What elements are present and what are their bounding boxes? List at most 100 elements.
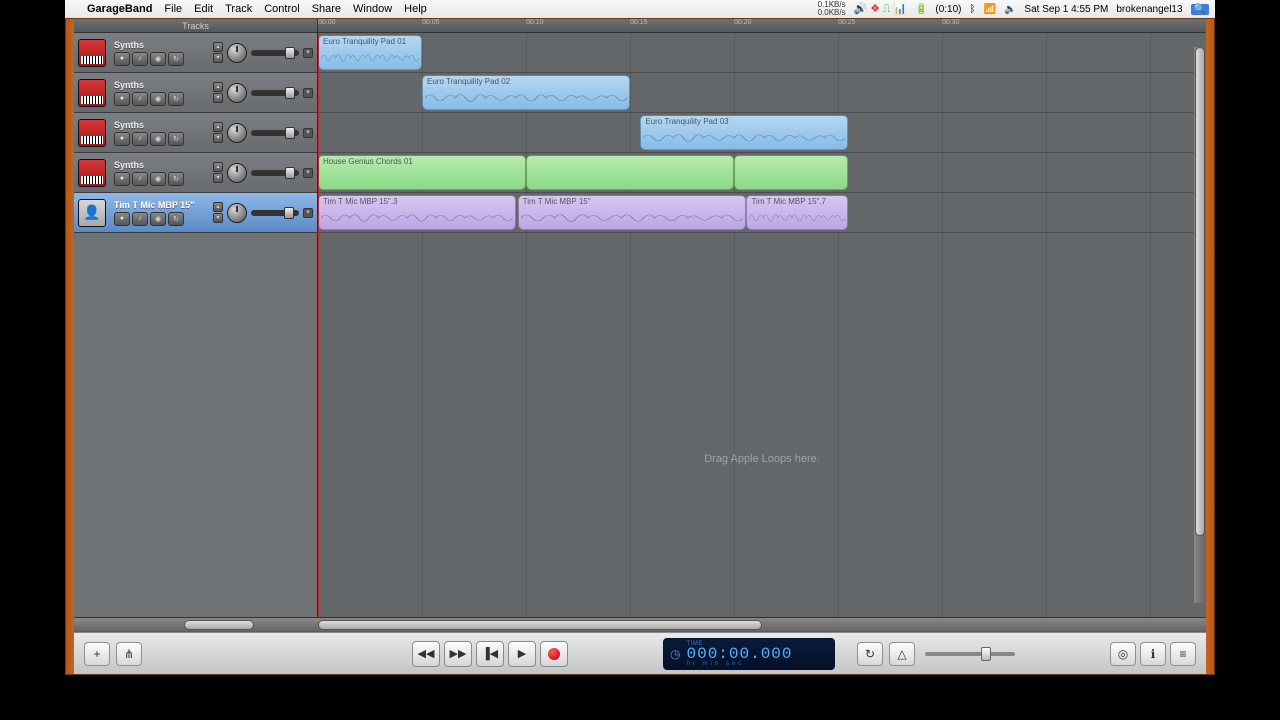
- audio-region[interactable]: Euro Tranquility Pad 02: [422, 75, 630, 110]
- track-header[interactable]: Synths●♪◉↻▴▾▾: [74, 113, 317, 153]
- master-volume-slider[interactable]: [925, 649, 1015, 659]
- mute-button[interactable]: ♪: [132, 52, 148, 66]
- battery-icon[interactable]: 🔋: [915, 4, 927, 15]
- volume-slider[interactable]: [251, 210, 299, 216]
- pan-knob[interactable]: [227, 163, 247, 183]
- step-up-button[interactable]: ▴: [213, 42, 223, 52]
- audio-region[interactable]: Euro Tranquility Pad 01: [318, 35, 422, 70]
- track-header[interactable]: Synths●♪◉↻▴▾▾: [74, 33, 317, 73]
- solo-button[interactable]: ◉: [150, 92, 166, 106]
- pan-knob[interactable]: [227, 203, 247, 223]
- track-header[interactable]: Synths●♪◉↻▴▾▾: [74, 73, 317, 113]
- track-header[interactable]: Tim T Mic MBP 15"●♪◉↻▴▾▾: [74, 193, 317, 233]
- volume-slider[interactable]: [251, 50, 299, 56]
- mute-button[interactable]: ♪: [132, 172, 148, 186]
- vertical-scrollbar[interactable]: [1194, 47, 1206, 603]
- menu-help[interactable]: Help: [404, 3, 427, 15]
- spotlight-icon[interactable]: 🔍: [1191, 4, 1209, 15]
- metronome-button[interactable]: △: [889, 642, 915, 666]
- volume-slider[interactable]: [251, 90, 299, 96]
- lock-button[interactable]: ↻: [168, 92, 184, 106]
- track-header[interactable]: Synths●♪◉↻▴▾▾: [74, 153, 317, 193]
- step-down-button[interactable]: ▾: [213, 213, 223, 223]
- lock-button[interactable]: ↻: [168, 212, 184, 226]
- track-lane[interactable]: Euro Tranquility Pad 01: [318, 33, 1206, 73]
- lock-button[interactable]: ↻: [168, 172, 184, 186]
- lock-button[interactable]: ↻: [168, 52, 184, 66]
- user-menu[interactable]: brokenangel13: [1116, 4, 1182, 15]
- track-menu-button[interactable]: ▾: [303, 88, 313, 98]
- wifi-icon[interactable]: 📶: [984, 4, 996, 15]
- audio-region[interactable]: Tim T Mic MBP 15".3: [318, 195, 516, 230]
- step-up-button[interactable]: ▴: [213, 82, 223, 92]
- track-menu-button[interactable]: ▾: [303, 128, 313, 138]
- step-up-button[interactable]: ▴: [213, 202, 223, 212]
- go-to-beginning-button[interactable]: ▐◀: [476, 641, 504, 667]
- media-browser-button[interactable]: ≡: [1170, 642, 1196, 666]
- track-zoom-scrollbar[interactable]: [74, 617, 318, 631]
- record-enable-button[interactable]: ●: [114, 212, 130, 226]
- audio-region[interactable]: House Genius Chords 01: [318, 155, 526, 190]
- step-down-button[interactable]: ▾: [213, 53, 223, 63]
- step-down-button[interactable]: ▾: [213, 133, 223, 143]
- clock[interactable]: Sat Sep 1 4:55 PM: [1024, 4, 1108, 15]
- record-enable-button[interactable]: ●: [114, 52, 130, 66]
- record-enable-button[interactable]: ●: [114, 92, 130, 106]
- track-info-button[interactable]: ℹ: [1140, 642, 1166, 666]
- lock-button[interactable]: ↻: [168, 132, 184, 146]
- track-lane[interactable]: Euro Tranquility Pad 02: [318, 73, 1206, 113]
- menu-share[interactable]: Share: [312, 3, 341, 15]
- add-track-button[interactable]: +: [84, 642, 110, 666]
- solo-button[interactable]: ◉: [150, 132, 166, 146]
- bluetooth-icon[interactable]: ᛒ: [970, 4, 976, 15]
- menu-edit[interactable]: Edit: [194, 3, 213, 15]
- volume-slider[interactable]: [251, 170, 299, 176]
- step-up-button[interactable]: ▴: [213, 122, 223, 132]
- solo-button[interactable]: ◉: [150, 172, 166, 186]
- automation-button[interactable]: ⋔: [116, 642, 142, 666]
- step-up-button[interactable]: ▴: [213, 162, 223, 172]
- cycle-button[interactable]: ↻: [857, 642, 883, 666]
- track-lane[interactable]: House Genius Chords 01: [318, 153, 1206, 193]
- audio-region[interactable]: [526, 155, 734, 190]
- pan-knob[interactable]: [227, 83, 247, 103]
- menu-track[interactable]: Track: [225, 3, 252, 15]
- track-menu-button[interactable]: ▾: [303, 168, 313, 178]
- step-down-button[interactable]: ▾: [213, 93, 223, 103]
- volume-slider[interactable]: [251, 130, 299, 136]
- track-menu-button[interactable]: ▾: [303, 48, 313, 58]
- mute-button[interactable]: ♪: [132, 212, 148, 226]
- menu-extras[interactable]: 🔊 ❖ ⎍ 📊: [854, 2, 907, 16]
- rewind-button[interactable]: ◀◀: [412, 641, 440, 667]
- timeline-scrollbar[interactable]: [318, 617, 1206, 631]
- track-lane[interactable]: Euro Tranquility Pad 03: [318, 113, 1206, 153]
- solo-button[interactable]: ◉: [150, 212, 166, 226]
- track-lane[interactable]: Tim T Mic MBP 15".3Tim T Mic MBP 15"Tim …: [318, 193, 1206, 233]
- timeline[interactable]: Euro Tranquility Pad 01Euro Tranquility …: [318, 33, 1206, 617]
- audio-region[interactable]: Euro Tranquility Pad 03: [640, 115, 848, 150]
- app-name[interactable]: GarageBand: [87, 3, 152, 15]
- audio-region[interactable]: Tim T Mic MBP 15".7: [746, 195, 848, 230]
- timeline-ruler[interactable]: 00:0000:0500:1000:1500:2000:2500:30: [318, 19, 1206, 32]
- menu-file[interactable]: File: [164, 3, 182, 15]
- audio-region[interactable]: [734, 155, 848, 190]
- volume-icon[interactable]: 🔈: [1004, 4, 1016, 15]
- play-button[interactable]: ▶: [508, 641, 536, 667]
- audio-region[interactable]: Tim T Mic MBP 15": [518, 195, 747, 230]
- mute-button[interactable]: ♪: [132, 92, 148, 106]
- pan-knob[interactable]: [227, 123, 247, 143]
- step-down-button[interactable]: ▾: [213, 173, 223, 183]
- playhead[interactable]: [318, 33, 319, 617]
- loop-browser-button[interactable]: ◎: [1110, 642, 1136, 666]
- forward-button[interactable]: ▶▶: [444, 641, 472, 667]
- mute-button[interactable]: ♪: [132, 132, 148, 146]
- record-enable-button[interactable]: ●: [114, 132, 130, 146]
- menu-control[interactable]: Control: [264, 3, 299, 15]
- record-button[interactable]: [540, 641, 568, 667]
- lcd-display[interactable]: ◷ TIME 000:00.000 hr min sec: [663, 638, 835, 670]
- record-enable-button[interactable]: ●: [114, 172, 130, 186]
- track-menu-button[interactable]: ▾: [303, 208, 313, 218]
- pan-knob[interactable]: [227, 43, 247, 63]
- menu-window[interactable]: Window: [353, 3, 392, 15]
- solo-button[interactable]: ◉: [150, 52, 166, 66]
